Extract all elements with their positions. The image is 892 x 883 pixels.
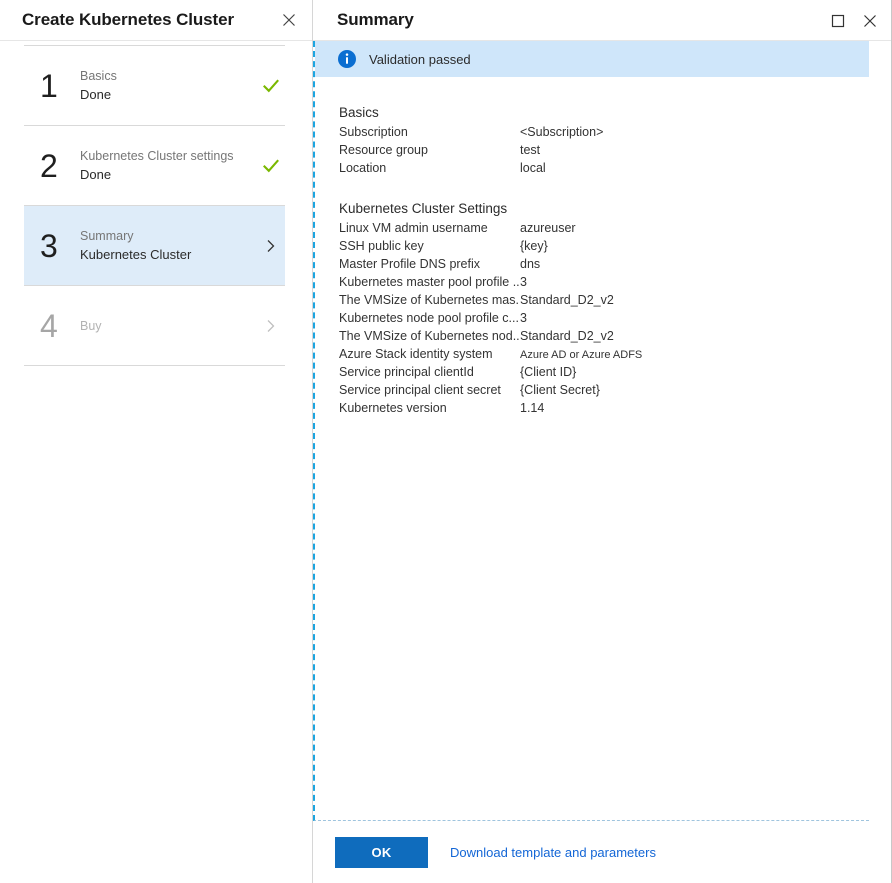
detail-row: Kubernetes node pool profile c... 3 bbox=[339, 309, 869, 327]
wizard-steps: 1 Basics Done 2 Kubernetes Cluster setti… bbox=[0, 41, 312, 366]
detail-key: Linux VM admin username bbox=[339, 219, 520, 237]
summary-footer: OK Download template and parameters bbox=[313, 821, 891, 883]
step-sublabel: Done bbox=[80, 165, 257, 184]
chevron-right-icon bbox=[257, 206, 285, 285]
detail-key: Subscription bbox=[339, 123, 520, 141]
detail-key: Kubernetes node pool profile c... bbox=[339, 309, 520, 327]
detail-row: Resource group test bbox=[339, 141, 869, 159]
ok-button[interactable]: OK bbox=[335, 837, 428, 868]
wizard-panel: Create Kubernetes Cluster 1 Basics Done bbox=[0, 0, 313, 883]
detail-value: <Subscription> bbox=[520, 123, 603, 141]
detail-value: local bbox=[520, 159, 546, 177]
section-basics: Basics Subscription <Subscription> Resou… bbox=[339, 103, 869, 177]
detail-value: Standard_D2_v2 bbox=[520, 291, 614, 309]
info-icon bbox=[337, 49, 357, 69]
wizard-step-2-kubernetes-cluster-settings[interactable]: 2 Kubernetes Cluster settings Done bbox=[24, 126, 285, 205]
summary-header: Summary bbox=[313, 0, 891, 41]
detail-key: Location bbox=[339, 159, 520, 177]
detail-value: Azure AD or Azure ADFS bbox=[520, 346, 642, 364]
step-number: 1 bbox=[40, 70, 80, 102]
window-controls bbox=[825, 0, 883, 41]
validation-banner: Validation passed bbox=[315, 41, 869, 77]
detail-value: {Client Secret} bbox=[520, 381, 600, 399]
detail-value: Standard_D2_v2 bbox=[520, 327, 614, 345]
maximize-icon[interactable] bbox=[825, 8, 851, 34]
close-icon[interactable] bbox=[278, 9, 300, 31]
detail-key: SSH public key bbox=[339, 237, 520, 255]
detail-row: Linux VM admin username azureuser bbox=[339, 219, 869, 237]
step-sublabel: Done bbox=[80, 85, 257, 104]
detail-row: Service principal clientId {Client ID} bbox=[339, 363, 869, 381]
detail-row: Service principal client secret {Client … bbox=[339, 381, 869, 399]
detail-row: The VMSize of Kubernetes mas... Standard… bbox=[339, 291, 869, 309]
step-number: 2 bbox=[40, 150, 80, 182]
summary-content-region: Validation passed Basics Subscription <S… bbox=[313, 41, 869, 821]
step-label: Summary bbox=[80, 227, 257, 245]
step-text: Basics Done bbox=[80, 67, 257, 104]
step-text: Summary Kubernetes Cluster bbox=[80, 227, 257, 264]
detail-value: 1.14 bbox=[520, 399, 544, 417]
detail-value: azureuser bbox=[520, 219, 576, 237]
detail-key: Azure Stack identity system bbox=[339, 345, 520, 363]
page-title: Summary bbox=[313, 10, 414, 30]
wizard-step-3-summary[interactable]: 3 Summary Kubernetes Cluster bbox=[24, 206, 285, 285]
chevron-right-icon bbox=[257, 286, 285, 365]
detail-value: test bbox=[520, 141, 540, 159]
detail-value: {Client ID} bbox=[520, 363, 576, 381]
wizard-step-1-basics[interactable]: 1 Basics Done bbox=[24, 46, 285, 125]
detail-key: Kubernetes master pool profile ... bbox=[339, 273, 520, 291]
detail-row: Location local bbox=[339, 159, 869, 177]
detail-key: Kubernetes version bbox=[339, 399, 520, 417]
wizard-title: Create Kubernetes Cluster bbox=[0, 10, 234, 30]
detail-row: SSH public key {key} bbox=[339, 237, 869, 255]
detail-value: 3 bbox=[520, 273, 527, 291]
download-template-link[interactable]: Download template and parameters bbox=[450, 845, 656, 860]
step-number: 3 bbox=[40, 230, 80, 262]
create-kubernetes-cluster-window: Create Kubernetes Cluster 1 Basics Done bbox=[0, 0, 892, 883]
detail-key: The VMSize of Kubernetes mas... bbox=[339, 291, 520, 309]
summary-panel: Summary bbox=[313, 0, 892, 883]
detail-row: Subscription <Subscription> bbox=[339, 123, 869, 141]
wizard-header: Create Kubernetes Cluster bbox=[0, 0, 312, 41]
step-label: Kubernetes Cluster settings bbox=[80, 147, 257, 165]
detail-row: Master Profile DNS prefix dns bbox=[339, 255, 869, 273]
summary-details: Basics Subscription <Subscription> Resou… bbox=[315, 77, 869, 820]
wizard-step-4-buy[interactable]: 4 Buy bbox=[24, 286, 285, 365]
detail-row: Azure Stack identity system Azure AD or … bbox=[339, 345, 869, 363]
detail-row: Kubernetes master pool profile ... 3 bbox=[339, 273, 869, 291]
detail-value: dns bbox=[520, 255, 540, 273]
validation-message: Validation passed bbox=[369, 52, 471, 67]
close-icon[interactable] bbox=[857, 8, 883, 34]
detail-value: {key} bbox=[520, 237, 548, 255]
detail-key: Master Profile DNS prefix bbox=[339, 255, 520, 273]
section-title: Kubernetes Cluster Settings bbox=[339, 199, 869, 218]
step-label: Buy bbox=[80, 317, 257, 335]
step-text: Buy bbox=[80, 317, 257, 335]
step-number: 4 bbox=[40, 310, 80, 342]
detail-row: The VMSize of Kubernetes nod... Standard… bbox=[339, 327, 869, 345]
check-icon bbox=[257, 126, 285, 205]
section-kubernetes-cluster-settings: Kubernetes Cluster Settings Linux VM adm… bbox=[339, 199, 869, 417]
step-sublabel: Kubernetes Cluster bbox=[80, 245, 257, 264]
detail-key: Resource group bbox=[339, 141, 520, 159]
detail-value: 3 bbox=[520, 309, 527, 327]
check-icon bbox=[257, 46, 285, 125]
step-label: Basics bbox=[80, 67, 257, 85]
step-text: Kubernetes Cluster settings Done bbox=[80, 147, 257, 184]
detail-key: Service principal clientId bbox=[339, 363, 520, 381]
step-divider bbox=[24, 365, 285, 366]
detail-row: Kubernetes version 1.14 bbox=[339, 399, 869, 417]
section-title: Basics bbox=[339, 103, 869, 122]
detail-key: Service principal client secret bbox=[339, 381, 520, 399]
detail-key: The VMSize of Kubernetes nod... bbox=[339, 327, 520, 345]
